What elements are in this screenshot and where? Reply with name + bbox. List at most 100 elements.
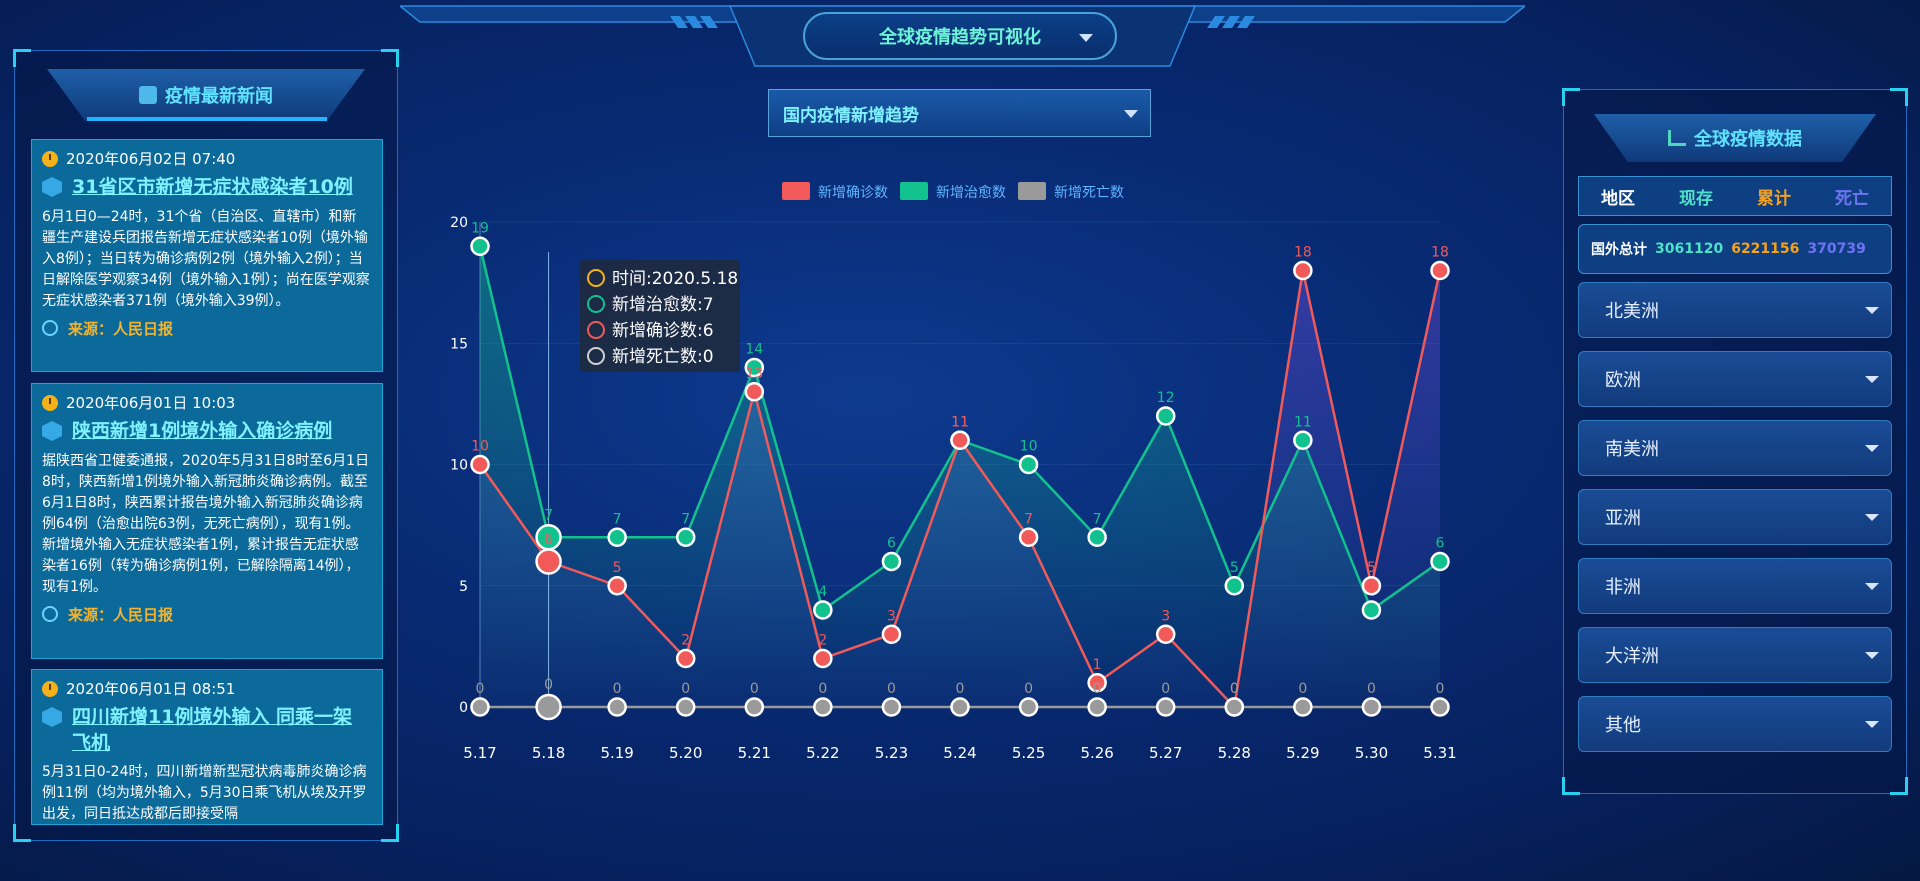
news-icon <box>139 86 157 104</box>
news-title-link[interactable]: 四川新增11例境外输入 同乘一架飞机 <box>72 705 370 756</box>
y-tick-label: 0 <box>459 700 468 716</box>
column-tabs: 地区 现存 累计 死亡 <box>1578 176 1892 216</box>
legend-swatch <box>1018 182 1046 200</box>
data-point <box>607 697 627 717</box>
x-tick-label: 5.30 <box>1355 744 1388 762</box>
y-tick-label: 20 <box>450 215 468 231</box>
clock-icon <box>42 150 58 167</box>
data-point <box>1361 576 1382 596</box>
data-point <box>470 697 490 717</box>
data-point <box>1430 697 1450 717</box>
data-label: 5 <box>1230 560 1239 576</box>
data-point <box>1224 697 1245 717</box>
news-item[interactable]: 2020年06月01日 10:03 陕西新增1例境外输入确诊病例 据陕西省卫健委… <box>31 383 383 659</box>
data-point <box>470 454 490 475</box>
tab-cumulative[interactable]: 累计 <box>1757 184 1791 209</box>
data-point <box>675 697 696 717</box>
region-asia[interactable]: 亚洲 <box>1578 489 1892 545</box>
data-label: 0 <box>1367 681 1376 697</box>
region-north-america[interactable]: 北美洲 <box>1578 282 1892 338</box>
data-point <box>1155 624 1176 644</box>
data-label: 0 <box>1024 681 1033 697</box>
data-point <box>1018 697 1039 717</box>
data-point <box>1430 260 1450 281</box>
region-africa[interactable]: 非洲 <box>1578 558 1892 614</box>
news-panel-title-text: 疫情最新新闻 <box>165 86 273 107</box>
region-south-america[interactable]: 南美洲 <box>1578 420 1892 476</box>
region-other[interactable]: 其他 <box>1578 696 1892 752</box>
news-date: 2020年06月02日 07:40 <box>66 150 236 168</box>
source-icon <box>42 606 58 623</box>
chevron-down-icon <box>1865 307 1879 314</box>
region-label: 南美洲 <box>1605 439 1659 460</box>
data-point <box>1087 697 1107 717</box>
title-dropdown-label: 全球疫情趋势可视化 <box>879 27 1041 48</box>
data-label: 18 <box>1431 245 1449 261</box>
data-label: 13 <box>745 366 763 382</box>
news-title-link[interactable]: 陕西新增1例境外输入确诊病例 <box>72 419 332 445</box>
bar-chart-icon <box>1668 130 1686 146</box>
data-label: 14 <box>745 342 763 358</box>
chevron-down-icon <box>1079 34 1093 42</box>
y-tick-label: 15 <box>450 336 468 352</box>
news-item[interactable]: 2020年06月02日 07:40 31省区市新增无症状感染者10例 6月1日0… <box>31 139 383 372</box>
region-label: 亚洲 <box>1605 508 1641 529</box>
region-label: 其他 <box>1605 715 1641 736</box>
chevron-down-icon <box>1124 110 1138 118</box>
x-tick-label: 5.25 <box>1012 744 1045 762</box>
legend-label: 新增确诊数 <box>818 185 888 201</box>
data-label: 6 <box>887 536 896 552</box>
x-tick-label: 5.21 <box>738 744 771 762</box>
x-tick-label: 5.27 <box>1149 744 1182 762</box>
x-tick-label: 5.29 <box>1286 744 1319 762</box>
chevron-down-icon <box>1865 514 1879 521</box>
chevron-down-icon <box>1865 721 1879 728</box>
tab-existing[interactable]: 现存 <box>1679 184 1713 209</box>
global-panel-title: 全球疫情数据 <box>1594 114 1876 162</box>
total-deaths: 370739 <box>1807 241 1866 257</box>
chart-type-dropdown[interactable]: 国内疫情新增趋势 <box>768 89 1151 137</box>
data-point <box>950 430 970 450</box>
data-label: 0 <box>613 681 622 697</box>
data-label: 3 <box>1161 608 1170 624</box>
news-body: 据陕西省卫健委通报，2020年5月31日8时至6月1日8时，陕西新增1例境外输入… <box>42 452 370 595</box>
data-point <box>1293 260 1313 281</box>
tab-deaths[interactable]: 死亡 <box>1835 184 1869 209</box>
news-date: 2020年06月01日 08:51 <box>66 680 236 698</box>
x-tick-label: 5.26 <box>1080 744 1113 762</box>
chevron-down-icon <box>1865 445 1879 452</box>
data-point <box>1155 697 1176 717</box>
legend-label: 新增死亡数 <box>1054 185 1124 201</box>
data-point <box>535 693 562 721</box>
region-europe[interactable]: 欧洲 <box>1578 351 1892 407</box>
chevron-down-icon <box>1865 583 1879 590</box>
data-label: 2 <box>681 633 690 649</box>
y-tick-label: 10 <box>450 458 468 474</box>
data-point <box>744 697 765 717</box>
data-point <box>1361 600 1382 620</box>
region-oceania[interactable]: 大洋洲 <box>1578 627 1892 683</box>
data-label: 6 <box>544 532 553 548</box>
news-title-link[interactable]: 31省区市新增无症状感染者10例 <box>72 175 353 201</box>
data-point <box>813 648 833 669</box>
hexagon-icon <box>42 707 62 727</box>
x-tick-label: 5.23 <box>875 744 908 762</box>
x-tick-label: 5.24 <box>943 744 976 762</box>
tooltip-text: 时间:2020.5.18 <box>612 269 738 289</box>
data-label: 6 <box>1436 536 1445 552</box>
data-label: 0 <box>818 681 827 697</box>
data-label: 11 <box>951 414 969 430</box>
data-point <box>1018 527 1039 547</box>
data-label: 12 <box>1157 390 1175 406</box>
tooltip-text: 新增死亡数:0 <box>612 347 714 367</box>
title-dropdown[interactable]: 全球疫情趋势可视化 <box>803 12 1117 60</box>
news-body: 6月1日0—24时，31个省（自治区、直辖市）和新疆生产建设兵团报告新增无症状感… <box>42 208 370 309</box>
news-body: 5月31日0-24时，四川新增新型冠状病毒肺炎确诊病例11例（均为境外输入，5月… <box>42 764 367 823</box>
news-item[interactable]: 2020年06月01日 08:51 四川新增11例境外输入 同乘一架飞机 5月3… <box>31 669 383 825</box>
legend-swatch <box>782 182 810 200</box>
data-label: 5 <box>1367 560 1376 576</box>
news-source: 来源：人民日报 <box>68 605 174 624</box>
clock-icon <box>42 394 58 411</box>
tab-region[interactable]: 地区 <box>1601 184 1635 209</box>
data-label: 7 <box>1024 511 1033 527</box>
